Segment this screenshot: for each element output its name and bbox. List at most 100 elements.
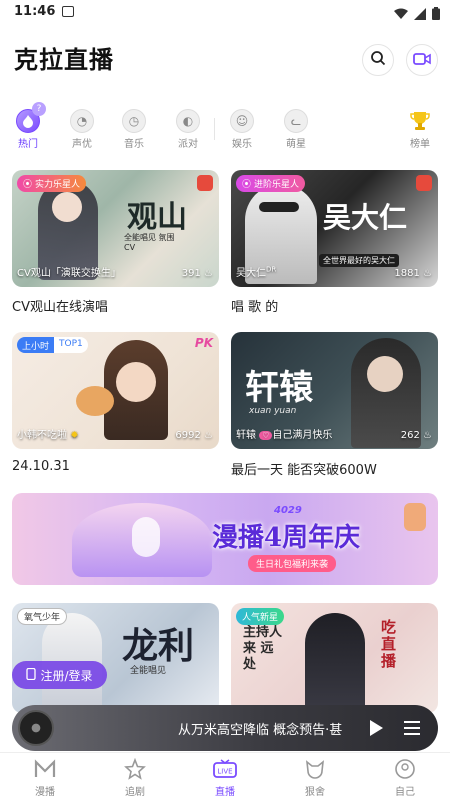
video-camera-icon [413, 51, 431, 70]
fox-icon [303, 757, 327, 781]
badge-icon: ⦿ [23, 180, 33, 190]
app-header: 克拉直播 [0, 24, 450, 100]
category-label: 榜单 [410, 139, 430, 150]
player-title: 从万米高空降临 概念预告·甚 [178, 723, 343, 738]
level-badge: 人气新星 [236, 608, 285, 625]
live-room-card[interactable]: 轩辕 xuan yuan 轩辕 ♡ 自己满月快乐 262 ♨ [231, 332, 438, 449]
signal-icon [414, 5, 426, 24]
streamer-face [367, 356, 403, 392]
tab-live[interactable]: LIVE 直播 [195, 757, 255, 798]
page-title: 克拉直播 [14, 46, 114, 74]
tab-drama[interactable]: 追剧 [105, 757, 165, 798]
live-room-card[interactable]: 吃直播 主持人 来 远 处 人气新星 [231, 603, 438, 713]
streamer-name-tail: 满月快乐 [292, 430, 333, 441]
register-login-button[interactable]: 注册/登录 [12, 661, 107, 689]
register-login-label: 注册/登录 [40, 668, 93, 683]
playlist-icon [402, 721, 422, 741]
start-live-button[interactable] [406, 44, 438, 76]
mini-player[interactable]: 从万米高空降临 概念预告·甚 [12, 705, 438, 751]
art-subtitle: 全能唱见 [130, 666, 167, 676]
art-subtitle: 全世界最好的吴大仁 [319, 254, 399, 267]
live-room-card[interactable]: 上小时 TOP1 PK 小韩不吃啦 ✹ 6992 ♨ [12, 332, 219, 449]
category-label: 萌星 [286, 139, 306, 150]
viewer-count: 391 ♨ [182, 268, 213, 279]
streamer-name-sup: DR [266, 265, 277, 274]
category-voice[interactable]: ◔ 声优 [62, 104, 102, 150]
mascot-shape [132, 517, 160, 557]
fire-icon: ♨ [204, 268, 213, 279]
play-button[interactable] [367, 718, 385, 742]
wifi-icon [394, 5, 408, 24]
smile-icon: ☺ [230, 109, 254, 133]
card-title[interactable]: 最后一天 能否突破600W [231, 459, 377, 478]
voice-icon: ◔ [70, 109, 94, 133]
search-button[interactable] [362, 44, 394, 76]
tab-label: 追剧 [125, 787, 145, 798]
streamer-name: CV观山「演联交换生」 [17, 268, 121, 279]
tab-label: 直播 [215, 787, 235, 798]
streamer-name: 轩辕 ♡ 自己满月快乐 [236, 426, 332, 441]
playlist-button[interactable] [402, 719, 422, 741]
svg-text:LIVE: LIVE [217, 768, 232, 776]
live-room-card[interactable]: 观山 全能唱见 氛围CV ⦿ 实力乐星人 CV观山「演联交换生」 391 ♨ [12, 170, 219, 287]
heart-badge: ♡ [259, 431, 273, 440]
lantern-icon [404, 503, 426, 531]
card-title[interactable]: CV观山在线演唱 [12, 296, 108, 315]
category-ranking[interactable]: 榜单 [400, 104, 440, 150]
streamer-illustration [305, 613, 365, 713]
card-title[interactable]: 24.10.31 [12, 459, 70, 474]
live-room-card[interactable]: 吴大仁 全世界最好的吴大仁 ⦿ 进阶乐星人 吴大仁DR 1881 ♨ [231, 170, 438, 287]
notification-icon [62, 6, 74, 17]
level-badge: ⦿ 实力乐星人 [17, 175, 87, 192]
status-time: 11:46 [14, 4, 56, 19]
streamer-name-mid: 自己 [272, 430, 293, 441]
category-cute[interactable]: ᓚ 萌星 [276, 104, 316, 150]
rank-badge: 上小时 TOP1 [17, 337, 88, 353]
live-room-card[interactable]: 龙利 全能唱见 氧气少年 [12, 603, 219, 713]
cat-icon: ᓚ [284, 109, 308, 133]
streamer-name: 吴大仁DR [236, 264, 276, 279]
streamer-name: 小韩不吃啦 ✹ [17, 426, 79, 441]
player-divider [62, 721, 70, 735]
art-title: 龙利 [122, 625, 195, 667]
category-label: 声优 [72, 139, 92, 150]
streamer-face [52, 192, 82, 222]
tab-nest[interactable]: 狠舍 [285, 757, 345, 798]
play-icon [367, 720, 385, 742]
viewer-count-value: 262 [400, 430, 420, 441]
sun-icon: ✹ [70, 430, 79, 441]
category-entertainment[interactable]: ☺ 娱乐 [222, 104, 262, 150]
banner-title: 漫播4周年庆 [212, 523, 361, 553]
trophy-icon [408, 109, 432, 133]
category-divider [214, 118, 215, 140]
card-title[interactable]: 唱 歌 的 [231, 296, 278, 315]
rank-badge-value: TOP1 [54, 337, 88, 353]
viewer-count: 262 ♨ [401, 430, 432, 441]
category-label: 娱乐 [232, 139, 252, 150]
tab-label: 狠舍 [305, 787, 325, 798]
viewer-count-value: 6992 [175, 430, 201, 441]
category-party[interactable]: ◐ 派对 [168, 104, 208, 150]
help-icon[interactable]: ? [32, 102, 46, 116]
fire-icon: ♨ [204, 430, 213, 441]
category-music[interactable]: ◷ 音乐 [114, 104, 154, 150]
category-hot[interactable]: 热门 ? [8, 102, 48, 150]
bottom-tab-bar: 漫播 追剧 LIVE 直播 狠舍 自己 [0, 752, 450, 800]
category-label: 派对 [178, 139, 198, 150]
fire-icon: ♨ [423, 430, 432, 441]
promo-banner[interactable]: 4029 漫播4周年庆 生日礼包福利来袭 [12, 493, 438, 585]
category-label: 音乐 [124, 139, 144, 150]
category-label: 热门 [18, 139, 38, 150]
battery-icon [432, 5, 440, 24]
album-disc-icon[interactable] [18, 710, 54, 746]
viewer-count-value: 391 [181, 268, 201, 279]
fire-icon: ♨ [423, 268, 432, 279]
level-badge: ⦿ 进阶乐星人 [236, 175, 306, 192]
tab-manbo[interactable]: 漫播 [15, 757, 75, 798]
streamer-name-text: 轩辕 [236, 430, 256, 441]
art-subtitle: 主持人 来 远 处 [243, 625, 283, 672]
live-icon: LIVE [213, 757, 237, 781]
pk-badge: PK [194, 336, 213, 350]
art-subtitle: 全能唱见 氛围CV [124, 233, 175, 252]
tab-profile[interactable]: 自己 [375, 757, 435, 798]
